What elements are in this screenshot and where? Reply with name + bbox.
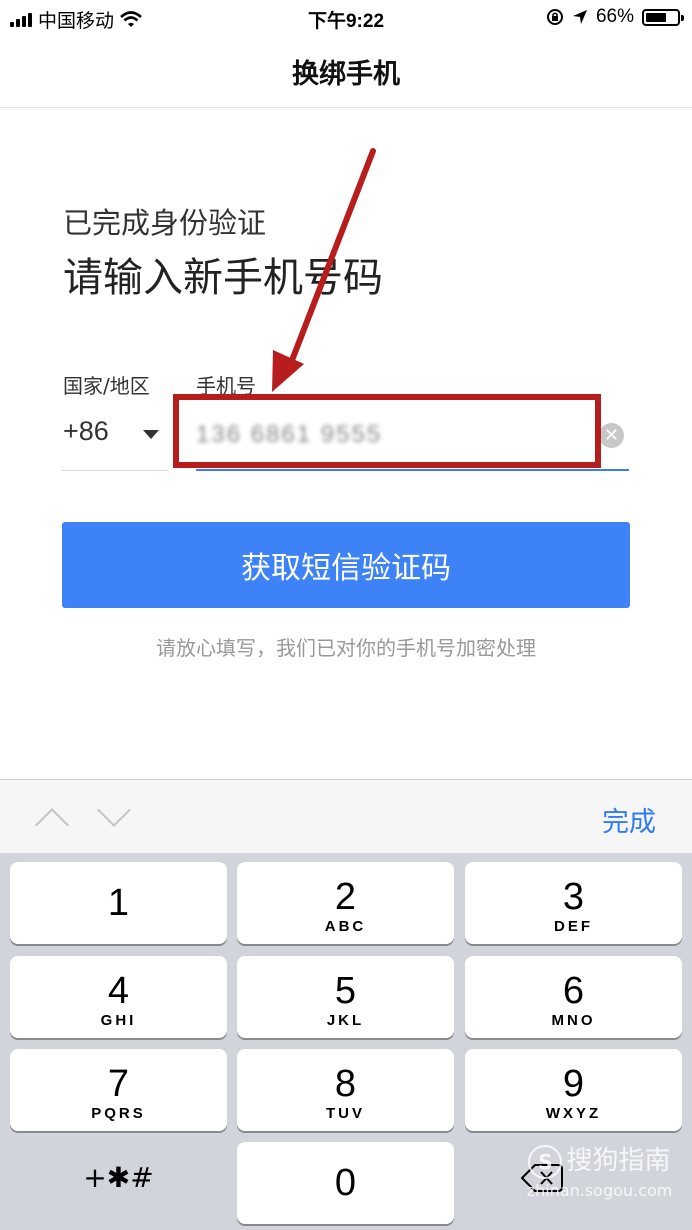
watermark-brand: 搜狗指南 [566, 1146, 671, 1176]
verification-subtitle: 已完成身份验证 [63, 206, 267, 240]
key-1[interactable]: 1 [10, 862, 227, 944]
key-2[interactable]: 2 ABC [237, 862, 454, 944]
key-digit: 2 [334, 876, 357, 918]
key-4[interactable]: 4 GHI [10, 956, 227, 1038]
watermark-brand-row: S 搜狗指南 [512, 1140, 687, 1179]
key-8[interactable]: 8 TUV [237, 1049, 454, 1131]
sogou-watermark: S 搜狗指南 zhinan.sogou.com [512, 1140, 687, 1210]
status-right: 66% [546, 6, 684, 28]
key-6[interactable]: 6 MNO [465, 956, 682, 1038]
done-button[interactable]: 完成 [602, 800, 656, 839]
key-5[interactable]: 5 JKL [237, 956, 454, 1038]
key-digit: 5 [334, 970, 357, 1012]
headline: 请输入新手机号码 [63, 255, 383, 301]
chevron-up-icon[interactable] [35, 808, 69, 842]
key-letters: WXYZ [545, 1105, 602, 1122]
privacy-note: 请放心填写，我们已对你的手机号加密处理 [156, 636, 536, 660]
key-digit: 3 [562, 876, 585, 918]
location-icon [572, 10, 587, 24]
rotation-lock-icon [546, 9, 563, 25]
battery-percent: 66% [595, 6, 634, 27]
key-3[interactable]: 3 DEF [465, 862, 682, 944]
key-letters: ABC [324, 918, 367, 935]
country-label: 国家/地区 [63, 374, 150, 398]
highlight-box [173, 394, 601, 468]
key-letters: TUV [326, 1105, 365, 1122]
key-0[interactable]: 0 [237, 1142, 454, 1224]
key-digit: 6 [562, 970, 585, 1012]
clear-icon[interactable]: ✕ [599, 423, 624, 448]
get-sms-code-button[interactable]: 获取短信验证码 [62, 522, 630, 608]
key-digit: 7 [107, 1063, 130, 1105]
battery-icon [642, 8, 684, 26]
key-letters: JKL [326, 1012, 365, 1029]
key-letters: PQRS [91, 1105, 146, 1122]
country-code[interactable]: +86 [63, 416, 109, 447]
key-9[interactable]: 9 WXYZ [465, 1049, 682, 1131]
page-title: 换绑手机 [292, 59, 400, 90]
chevron-down-icon[interactable] [97, 793, 131, 827]
status-bar: 中国移动 下午9:22 66% [0, 0, 692, 36]
country-underline [62, 470, 168, 471]
key-digit: 9 [562, 1063, 585, 1105]
sogou-logo-icon: S [528, 1145, 563, 1179]
dropdown-caret-icon[interactable] [143, 430, 159, 439]
phone-underline [196, 469, 629, 471]
watermark-url: zhinan.sogou.com [526, 1181, 673, 1200]
battery-fill [646, 12, 666, 22]
key-digit: 1 [107, 882, 130, 924]
symbols-key[interactable]: +✱# [10, 1137, 227, 1219]
keyboard-accessory-bar: 完成 [0, 779, 692, 854]
key-7[interactable]: 7 PQRS [10, 1049, 227, 1131]
key-letters: DEF [554, 918, 593, 935]
key-digit: 4 [107, 970, 130, 1012]
key-letters: MNO [551, 1012, 596, 1029]
key-letters: GHI [100, 1012, 137, 1029]
nav-bar: 换绑手机 [0, 36, 692, 108]
key-digit: 8 [334, 1063, 357, 1105]
key-digit: 0 [334, 1162, 357, 1204]
